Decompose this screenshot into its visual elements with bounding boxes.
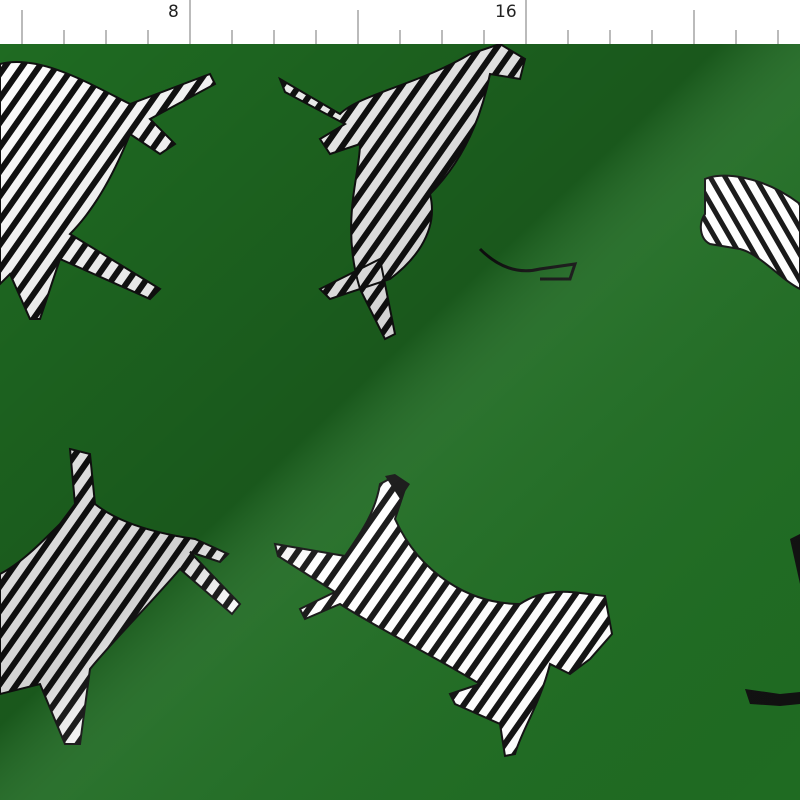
ruler-label-8: 8 [168, 2, 179, 22]
zebra-pattern-image [0, 44, 800, 800]
fabric-fold-shading [0, 44, 800, 800]
fabric-swatch [0, 44, 800, 800]
ruler-label-16: 16 [495, 2, 517, 22]
ruler-ticks [21, 0, 779, 44]
ruler-bar: 8 16 [0, 0, 800, 45]
